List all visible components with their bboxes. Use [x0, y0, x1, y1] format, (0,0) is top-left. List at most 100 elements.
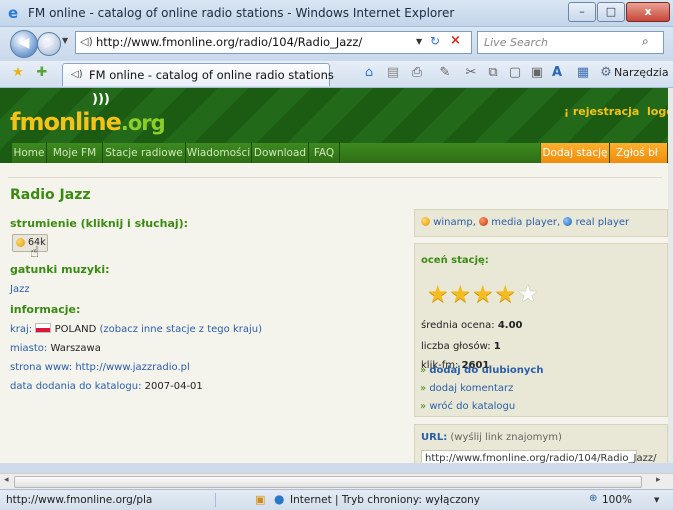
average-label: średnia ocena: — [421, 320, 495, 331]
star-2-icon[interactable]: ★ — [450, 280, 473, 308]
nav-my-fm[interactable]: Moje FM — [47, 143, 103, 163]
add-comment-link[interactable]: dodaj komentarz — [429, 383, 513, 394]
country-label: kraj: — [10, 324, 33, 335]
nav-faq[interactable]: FAQ — [309, 143, 340, 163]
research-icon[interactable]: ▦ — [575, 65, 591, 81]
nav-spacer — [340, 143, 540, 163]
winamp-link[interactable]: winamp, — [433, 217, 476, 228]
browser-tab[interactable]: ◁) FM online - catalog of online radio s… — [62, 63, 334, 86]
address-toolbar: ◀ ▶ ▼ ◁) http://www.fmonline.org/radio/1… — [0, 27, 673, 60]
star-5-icon[interactable]: ★ — [517, 280, 540, 308]
city-row: miasto: Warszawa — [10, 343, 101, 354]
horizontal-scrollbar[interactable]: ◂ ▸ — [0, 473, 673, 489]
forward-button[interactable]: ▶ — [37, 32, 61, 56]
average-value: 4.00 — [497, 320, 523, 331]
close-button[interactable]: x — [626, 2, 670, 22]
country-row: kraj: POLAND (zobacz inne stacje z tego … — [10, 323, 262, 335]
favorites-star-icon[interactable]: ★ — [10, 65, 26, 81]
share-url-value: http://www.fmonline.org/radio/104/Radio_… — [425, 453, 657, 463]
flag-poland-icon — [35, 323, 52, 333]
address-dropdown-icon[interactable]: ▼ — [416, 37, 422, 46]
cut-icon[interactable]: ✂ — [463, 65, 479, 81]
hand-cursor-icon: ☝ — [30, 243, 40, 261]
page-viewport: ))) fmonline.org ¡ rejestracja logowa Ho… — [0, 88, 668, 463]
window-title: FM online - catalog of online radio stat… — [28, 6, 455, 20]
protected-mode-icon: ▣ — [255, 493, 266, 506]
tab-title: FM online - catalog of online radio stat… — [89, 68, 334, 82]
paste-icon[interactable]: ▢ — [507, 65, 523, 81]
star-3-icon[interactable]: ★ — [472, 280, 495, 308]
rating-heading: oceń stację: — [421, 255, 489, 266]
votes-value: 1 — [493, 341, 501, 352]
average-row: średnia ocena: 4.00 — [421, 320, 523, 331]
gear-icon[interactable]: ⚙ — [598, 65, 614, 81]
history-dropdown-icon[interactable]: ▼ — [62, 36, 68, 45]
star-1-icon[interactable]: ★ — [427, 280, 450, 308]
tab-speaker-icon: ◁) — [71, 69, 83, 80]
star-4-icon[interactable]: ★ — [495, 280, 518, 308]
nav-home[interactable]: Home — [12, 143, 47, 163]
rating-stars[interactable]: ★★★★★ — [427, 280, 540, 308]
arrow-icon: » — [420, 365, 427, 376]
page-content: Radio Jazz strumienie (kliknij i słuchaj… — [0, 163, 668, 463]
country-stations-link[interactable]: (zobacz inne stacje z tego kraju) — [99, 324, 262, 335]
edit-icon[interactable]: ✎ — [437, 65, 453, 81]
website-link[interactable]: http://www.jazzradio.pl — [75, 362, 189, 373]
city-value: Warszawa — [50, 343, 101, 354]
refresh-icon[interactable]: ↻ — [430, 34, 440, 48]
register-link[interactable]: rejestracja — [573, 105, 639, 118]
winamp-stream-icon — [16, 238, 25, 247]
zoom-level[interactable]: 100% — [602, 494, 632, 506]
broadcast-icon: ))) — [92, 92, 110, 107]
address-field[interactable]: ◁) http://www.fmonline.org/radio/104/Rad… — [75, 31, 472, 54]
ie-logo-icon: e — [8, 4, 19, 22]
page-icon[interactable]: ▣ — [529, 65, 545, 81]
login-link[interactable]: logowa — [647, 105, 668, 118]
arrow-icon: » — [420, 383, 427, 394]
media-player-link[interactable]: media player, — [491, 217, 560, 228]
stop-icon[interactable]: × — [450, 33, 461, 48]
share-panel: URL: (wyślij link znajomym) http://www.f… — [414, 424, 668, 463]
add-favorites-link[interactable]: dodaj do ulubionych — [429, 365, 543, 376]
copy-icon[interactable]: ⧉ — [485, 65, 501, 81]
horizontal-scroll-thumb[interactable] — [14, 476, 642, 488]
search-placeholder: Live Search — [484, 36, 548, 49]
window-title-bar: e FM online - catalog of online radio st… — [0, 0, 673, 27]
home-icon[interactable]: ⌂ — [361, 65, 377, 81]
back-button[interactable]: ◀ — [10, 30, 38, 58]
feeds-icon[interactable]: ▤ — [385, 65, 401, 81]
address-url[interactable]: http://www.fmonline.org/radio/104/Radio_… — [96, 35, 362, 49]
zoom-icon: ⊕ — [589, 493, 598, 504]
actions-list: » dodaj do ulubionych » dodaj komentarz … — [420, 365, 543, 412]
share-url-field[interactable]: http://www.fmonline.org/radio/104/Radio_… — [421, 450, 657, 463]
zoom-dropdown-icon[interactable]: ▼ — [654, 496, 659, 504]
font-icon[interactable]: A — [549, 65, 565, 81]
scroll-right-icon[interactable]: ▸ — [656, 475, 661, 485]
nav-download[interactable]: Download — [252, 143, 309, 163]
real-player-link[interactable]: real player — [576, 217, 630, 228]
search-field[interactable]: Live Search ⌕ — [477, 31, 664, 54]
genre-link[interactable]: Jazz — [10, 284, 30, 295]
maximize-button[interactable]: □ — [597, 2, 625, 22]
site-header: ))) fmonline.org ¡ rejestracja logowa Ho… — [0, 88, 668, 163]
nav-report-error[interactable]: Zgłoś bł — [610, 143, 668, 163]
print-icon[interactable]: ⎙ — [409, 65, 425, 81]
share-row: URL: (wyślij link znajomym) — [421, 432, 562, 443]
share-hint: (wyślij link znajomym) — [450, 432, 562, 443]
speaker-icon: ◁) — [80, 35, 93, 48]
votes-row: liczba głosów: 1 — [421, 341, 501, 352]
minimize-button[interactable]: – — [568, 2, 596, 22]
nav-news[interactable]: Wiadomości — [186, 143, 252, 163]
nav-add-station[interactable]: Dodaj stację — [541, 143, 610, 163]
status-bar: http://www.fmonline.org/pla ▣ ● Internet… — [0, 489, 673, 510]
genre-heading: gatunki muzyki: — [10, 263, 110, 276]
players-panel: winamp, media player, real player — [414, 209, 668, 237]
back-to-catalog-link[interactable]: wróć do katalogu — [429, 401, 515, 412]
tools-menu[interactable]: Narzędzia — [614, 66, 669, 79]
site-logo[interactable]: fmonline.org — [10, 108, 166, 136]
scroll-left-icon[interactable]: ◂ — [4, 475, 9, 485]
add-favorites-icon[interactable]: ✚ — [34, 65, 50, 81]
search-icon[interactable]: ⌕ — [642, 34, 649, 49]
nav-stations[interactable]: Stacje radiowe — [103, 143, 186, 163]
vertical-scrollbar[interactable] — [668, 88, 673, 463]
